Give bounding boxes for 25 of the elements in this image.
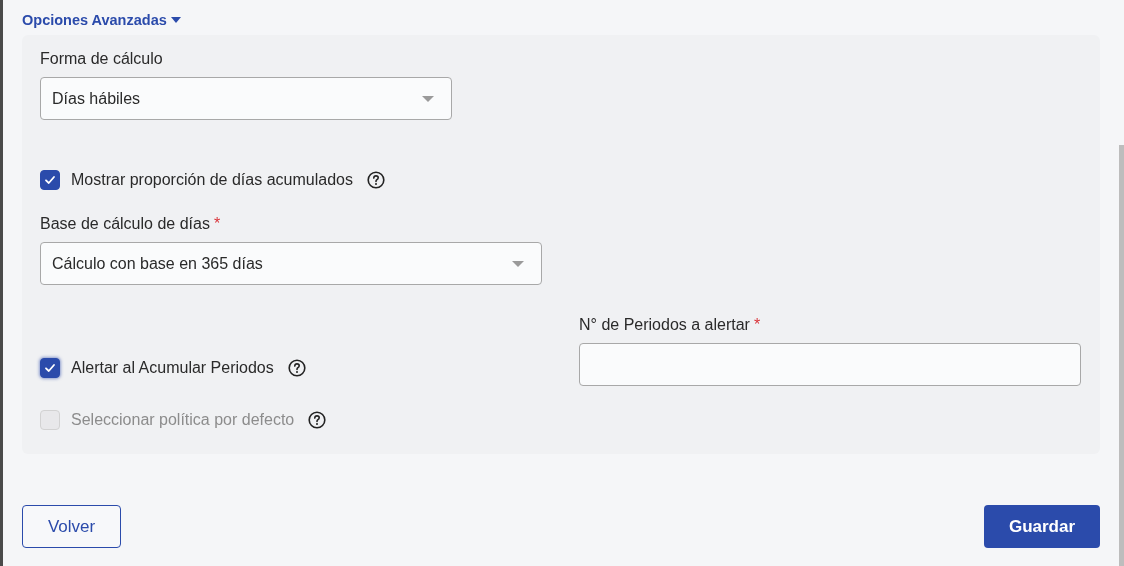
check-icon [44, 174, 56, 186]
field-label: N° de Periodos a alertar [579, 316, 750, 334]
dropdown-value: Días hábiles [52, 89, 141, 108]
section-toggle[interactable]: Opciones Avanzadas [22, 10, 181, 30]
dropdown[interactable]: Cálculo con base en 365 días [40, 242, 542, 285]
checkbox[interactable] [40, 358, 60, 378]
checkbox-label: Alertar al Acumular Periodos [71, 359, 274, 377]
field-label: Base de cálculo de días [40, 215, 210, 233]
field-label: Forma de cálculo [40, 50, 163, 68]
checkbox-label: Seleccionar política por defecto [71, 411, 295, 429]
caret-icon [422, 95, 434, 102]
back-button[interactable]: Volver [22, 505, 121, 548]
check-icon [44, 362, 56, 374]
checkbox[interactable] [40, 170, 60, 190]
help-icon[interactable] [287, 359, 306, 377]
required-mark: * [213, 215, 221, 233]
checkbox-label: Mostrar proporción de días acumulados [71, 171, 353, 189]
dropdown-value: Cálculo con base en 365 días [52, 254, 263, 273]
dropdown[interactable]: Días hábiles [40, 77, 452, 120]
required-mark: * [753, 316, 761, 334]
caret-icon [170, 17, 181, 23]
save-button[interactable]: Guardar [984, 505, 1100, 548]
caret-icon [512, 260, 524, 267]
input-field[interactable] [579, 343, 1081, 386]
help-icon[interactable] [366, 171, 385, 189]
